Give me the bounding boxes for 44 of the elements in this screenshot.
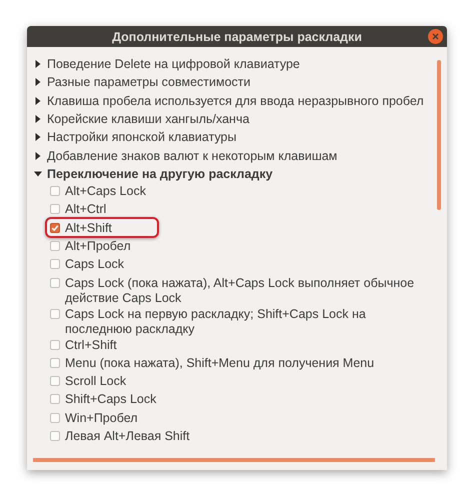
tree-item[interactable]: Добавление знаков валют к некоторым клавишам (34, 146, 447, 165)
expanded-arrow-icon (34, 170, 42, 178)
collapsed-arrow-icon (34, 78, 42, 86)
option-label: Alt+Caps Lock (65, 183, 147, 200)
checkbox[interactable] (50, 431, 60, 442)
checkbox[interactable] (50, 412, 60, 423)
tree-item[interactable]: Разные параметры совместимости (34, 73, 447, 92)
tree-item[interactable]: Клавиша пробела используется для ввода неразрывного пробел (34, 92, 447, 110)
option-label: Alt+Ctrl (65, 201, 108, 218)
option-label: Scroll Lock (65, 373, 128, 390)
checkbox[interactable] (50, 204, 60, 214)
collapsed-arrow-icon (34, 96, 42, 105)
checkbox[interactable] (50, 376, 60, 386)
tree-item[interactable]: Настройки японской клавиатуры (34, 128, 447, 146)
checkbox[interactable] (50, 186, 60, 196)
close-icon (432, 33, 439, 40)
option-label: Alt+Пробел (65, 238, 132, 254)
tree-item[interactable]: Корейские клавиши хангыль/ханча (34, 110, 447, 128)
collapsed-arrow-icon (34, 115, 42, 124)
close-button[interactable] (428, 29, 443, 44)
tree-item[interactable]: Переключение на другую раскладку (34, 164, 447, 184)
option-label: Левая Alt+Левая Shift (65, 428, 191, 444)
checkbox[interactable] (50, 340, 60, 350)
collapsed-arrow-icon (34, 60, 42, 68)
checkbox[interactable] (50, 308, 60, 319)
checkbox[interactable] (50, 358, 60, 368)
collapsed-arrow-icon (34, 133, 42, 142)
option-label: Caps Lock (65, 256, 126, 272)
option-label: Win+Пробел (65, 410, 139, 426)
option-label: Ctrl+Shift (65, 336, 118, 353)
checkbox[interactable] (50, 394, 60, 404)
option-label: Menu (пока нажата), Shift+Menu для получения Menu (65, 354, 376, 371)
option-label: Alt+Shift (65, 220, 113, 236)
window-title: Дополнительные параметры раскладки (112, 30, 362, 44)
checkbox[interactable] (50, 259, 60, 270)
option-label: Caps Lock (пока нажата), Alt+Caps Lock выполняет обычное действие Caps Lock (65, 274, 416, 306)
option-label: Shift+Caps Lock (65, 391, 158, 408)
checkbox[interactable] (50, 222, 60, 233)
option-label: Caps Lock на первую раскладку; Shift+Caps Lock на последнюю раскладку (65, 306, 367, 337)
checkbox[interactable] (50, 278, 60, 288)
collapsed-arrow-icon (34, 152, 42, 160)
tree-item[interactable]: Поведение Delete на цифровой клавиатуре (34, 55, 447, 74)
checkbox[interactable] (50, 240, 60, 251)
scrollbar[interactable] (437, 60, 441, 210)
